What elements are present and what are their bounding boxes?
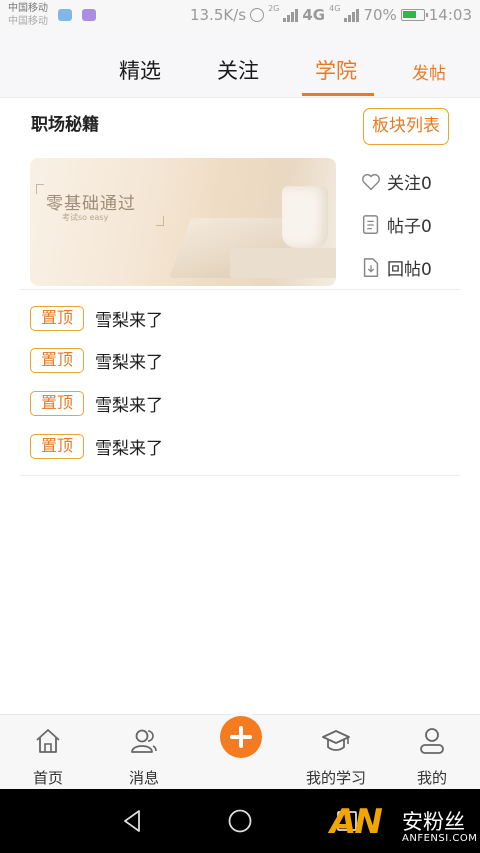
carrier-label-secondary: 中国移动: [8, 16, 48, 27]
carrier-label: 中国移动: [8, 3, 48, 14]
posts-stat: 帖子0: [360, 212, 432, 237]
pinned-badge: 置顶: [30, 434, 84, 459]
carrier-info: 中国移动 中国移动: [8, 2, 48, 28]
notification-app-icon: [58, 9, 72, 21]
watermark-text: 安粉丝: [402, 810, 465, 834]
banner-subtitle: 考试so easy: [62, 213, 109, 222]
reply-document-icon: [363, 257, 379, 277]
pinned-post-row[interactable]: 置顶 雪梨来了: [30, 348, 163, 373]
signal-icon: [283, 8, 299, 22]
pinned-badge: 置顶: [30, 391, 84, 416]
screen: 中国移动 中国移动 13.5K/s 2G 4G 4G 70% 14:03 精选 …: [0, 0, 480, 853]
nav-messages[interactable]: 消息: [96, 715, 192, 790]
pinned-badge: 置顶: [30, 306, 84, 331]
network-4g-small-label: 4G: [329, 4, 341, 13]
pinned-post-row[interactable]: 置顶 雪梨来了: [30, 391, 163, 416]
add-post-fab[interactable]: [220, 716, 262, 758]
alarm-icon: [250, 8, 265, 22]
pinned-post-row[interactable]: 置顶 雪梨来了: [30, 434, 163, 459]
follow-count: 关注0: [387, 174, 432, 194]
active-tab-indicator: [302, 93, 374, 96]
signal-icon-2: [344, 8, 360, 22]
section-banner-image[interactable]: 零基础通过 考试so easy: [30, 158, 336, 286]
document-icon: [362, 214, 379, 234]
nav-home-label: 首页: [32, 769, 63, 787]
top-tab-bar: 精选 关注 学院 发帖: [0, 32, 480, 98]
back-icon[interactable]: [120, 808, 146, 834]
pinned-post-title: 雪梨来了: [95, 439, 163, 459]
status-bar: 中国移动 中国移动 13.5K/s 2G 4G 4G 70% 14:03: [0, 0, 480, 32]
graduation-cap-icon: [322, 730, 350, 751]
nav-messages-label: 消息: [128, 769, 159, 787]
banner-book-graphic-2: [230, 248, 336, 278]
divider: [20, 475, 460, 476]
network-2g-label: 2G: [268, 4, 280, 13]
user-icon: [420, 728, 444, 754]
follow-stat[interactable]: 关注0: [360, 169, 432, 194]
home-circle-icon[interactable]: [227, 808, 253, 834]
watermark-url: ANFENSI.COM: [402, 833, 478, 844]
heart-icon: [362, 173, 380, 190]
nav-my-learning-label: 我的学习: [305, 769, 366, 787]
board-list-button[interactable]: 板块列表: [363, 108, 449, 145]
watermark-logo: AN: [330, 802, 383, 842]
banner-cup-graphic: [282, 186, 328, 248]
tab-following[interactable]: 关注: [217, 55, 259, 85]
posts-count: 帖子0: [387, 217, 432, 237]
banner-title: 零基础通过: [46, 194, 136, 214]
status-indicators: 13.5K/s 2G 4G 4G 70% 14:03: [189, 4, 472, 24]
battery-icon: [400, 9, 428, 21]
pinned-post-title: 雪梨来了: [95, 311, 163, 331]
battery-percent: 70%: [363, 6, 397, 24]
post-button[interactable]: 发帖: [412, 59, 446, 84]
pinned-post-title: 雪梨来了: [95, 396, 163, 416]
tab-featured[interactable]: 精选: [119, 55, 161, 85]
home-icon: [36, 729, 60, 753]
section-title: 职场秘籍: [31, 115, 99, 135]
status-time: 14:03: [428, 6, 472, 24]
replies-count: 回帖0: [387, 260, 432, 280]
network-speed: 13.5K/s: [189, 6, 247, 24]
pinned-badge: 置顶: [30, 348, 84, 373]
nav-profile-label: 我的: [416, 769, 447, 787]
pinned-post-row[interactable]: 置顶 雪梨来了: [30, 306, 163, 331]
notification-gallery-icon: [82, 9, 96, 21]
network-4g-label: 4G: [302, 6, 326, 24]
pinned-post-title: 雪梨来了: [95, 353, 163, 373]
contacts-icon: [131, 729, 157, 753]
nav-profile[interactable]: 我的: [384, 715, 480, 790]
nav-home[interactable]: 首页: [0, 715, 96, 790]
watermark: AN 安粉丝 ANFENSI.COM: [330, 800, 480, 850]
divider: [20, 289, 460, 290]
replies-stat: 回帖0: [360, 255, 432, 280]
nav-my-learning[interactable]: 我的学习: [288, 715, 384, 790]
tab-academy[interactable]: 学院: [315, 55, 357, 85]
